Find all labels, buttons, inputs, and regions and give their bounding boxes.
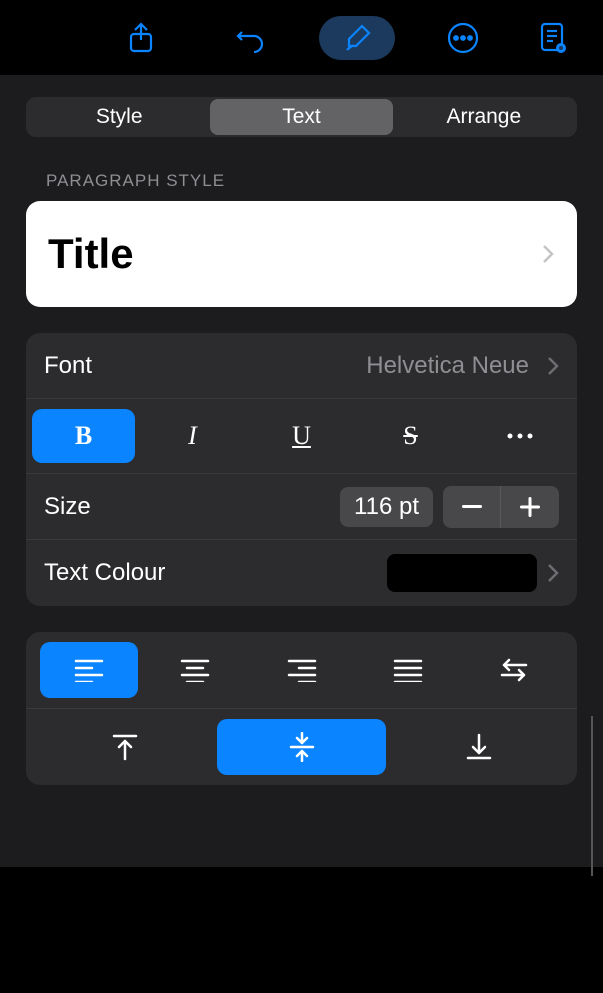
bold-icon: B (75, 421, 92, 451)
size-row: Size 116 pt (26, 474, 577, 540)
paragraph-style-label: Title (48, 230, 134, 278)
align-right-button[interactable] (252, 642, 350, 698)
bold-button[interactable]: B (32, 409, 135, 463)
align-center-button[interactable] (146, 642, 244, 698)
alignment-group (26, 632, 577, 785)
plus-icon (520, 497, 540, 517)
align-justify-button[interactable] (359, 642, 457, 698)
align-left-button[interactable] (40, 642, 138, 698)
valign-top-icon (112, 733, 138, 761)
text-colour-label: Text Colour (44, 559, 165, 587)
font-value: Helvetica Neue (366, 352, 529, 380)
italic-button[interactable]: I (141, 409, 244, 463)
align-left-icon (74, 658, 104, 682)
chevron-right-icon (547, 356, 559, 376)
font-row[interactable]: Font Helvetica Neue (26, 333, 577, 399)
font-label: Font (44, 352, 92, 380)
tab-style[interactable]: Style (28, 99, 210, 135)
size-value[interactable]: 116 pt (340, 487, 433, 527)
chevron-right-icon (541, 243, 555, 265)
text-style-row: B I U S (26, 399, 577, 474)
format-tabs: Style Text Arrange (26, 97, 577, 137)
valign-bottom-button[interactable] (394, 719, 563, 775)
undo-icon (236, 23, 266, 53)
more-icon (446, 21, 480, 55)
valign-middle-button[interactable] (217, 719, 386, 775)
document-icon (539, 22, 567, 54)
text-colour-row[interactable]: Text Colour (26, 540, 577, 606)
format-brush-icon (342, 23, 372, 53)
valign-middle-icon (289, 732, 315, 762)
paragraph-style-row[interactable]: Title (26, 201, 577, 307)
strikethrough-icon: S (403, 421, 417, 451)
callout-line (591, 716, 593, 876)
more-text-options-button[interactable] (468, 409, 571, 463)
size-decrease-button[interactable] (443, 486, 501, 528)
valign-top-button[interactable] (40, 719, 209, 775)
text-colour-swatch[interactable] (387, 554, 537, 592)
document-settings-button[interactable] (523, 16, 583, 60)
align-justify-icon (393, 658, 423, 682)
format-button[interactable] (319, 16, 395, 60)
top-toolbar (0, 0, 603, 75)
strikethrough-button[interactable]: S (359, 409, 462, 463)
tab-text[interactable]: Text (210, 99, 392, 135)
paragraph-style-header: PARAGRAPH STYLE (26, 161, 577, 201)
italic-icon: I (188, 421, 197, 451)
share-button[interactable] (111, 16, 171, 60)
undo-button[interactable] (221, 16, 281, 60)
tab-arrange[interactable]: Arrange (393, 99, 575, 135)
underline-button[interactable]: U (250, 409, 353, 463)
text-direction-button[interactable] (465, 642, 563, 698)
font-group: Font Helvetica Neue B I U S Size 116 pt (26, 333, 577, 606)
format-panel: Style Text Arrange PARAGRAPH STYLE Title… (0, 75, 603, 867)
size-stepper (443, 486, 559, 528)
text-direction-icon (498, 658, 530, 682)
chevron-right-icon (547, 563, 559, 583)
valign-bottom-icon (466, 733, 492, 761)
ellipsis-icon (506, 432, 534, 440)
align-right-icon (287, 658, 317, 682)
more-button[interactable] (433, 16, 493, 60)
size-increase-button[interactable] (501, 486, 559, 528)
align-center-icon (180, 658, 210, 682)
share-icon (128, 22, 154, 54)
horizontal-align-row (26, 632, 577, 709)
minus-icon (462, 505, 482, 509)
size-label: Size (44, 493, 91, 521)
underline-icon: U (292, 421, 311, 451)
vertical-align-row (26, 709, 577, 785)
